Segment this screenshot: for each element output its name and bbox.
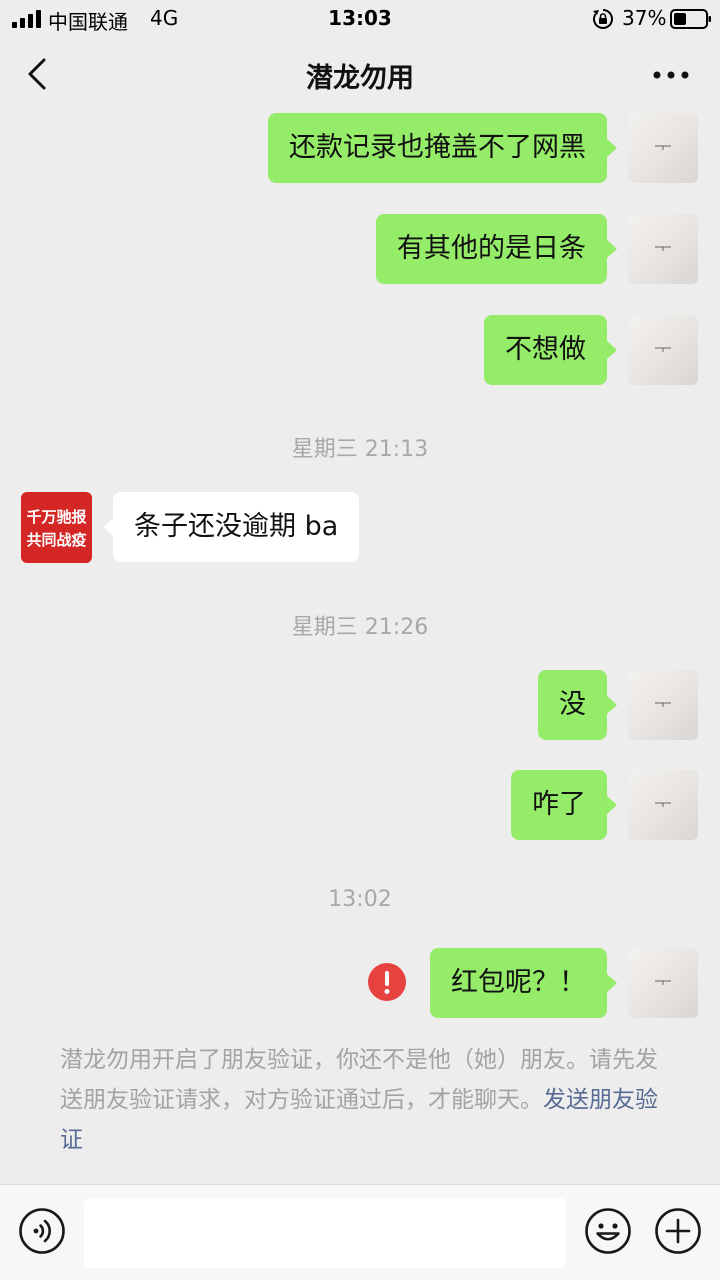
avatar-mark-icon xyxy=(655,246,671,251)
chat-title: 潜龙勿用 xyxy=(306,63,414,94)
chat-screen: 中国联通 4G 13:03 37% 潜龙勿用 还款记录也掩盖不了网黑 有其他的是… xyxy=(0,0,720,1280)
avatar-mark-icon xyxy=(655,702,671,707)
status-bar: 中国联通 4G 13:03 37% xyxy=(0,0,720,40)
battery-percent: 37% xyxy=(622,6,667,30)
chat-header: 潜龙勿用 xyxy=(0,40,720,110)
message-timestamp: 星期三 21:13 xyxy=(291,437,429,462)
voice-icon[interactable] xyxy=(18,1207,66,1255)
message-outgoing: 有其他的是日条 xyxy=(0,214,720,286)
message-bubble[interactable]: 咋了 xyxy=(511,770,617,840)
self-avatar[interactable] xyxy=(628,948,698,1018)
message-timestamp: 13:02 xyxy=(328,887,392,912)
message-outgoing: 没 xyxy=(0,670,720,742)
message-outgoing: 还款记录也掩盖不了网黑 xyxy=(0,113,720,185)
avatar-mark-icon xyxy=(655,980,671,985)
message-outgoing: 咋了 xyxy=(0,770,720,842)
message-timestamp: 星期三 21:26 xyxy=(291,615,429,640)
self-avatar[interactable] xyxy=(628,214,698,284)
rotation-lock-icon xyxy=(593,9,613,29)
friend-verification-notice: 潜龙勿用开启了朋友验证，你还不是他（她）朋友。请先发送朋友验证请求，对方验证通过… xyxy=(60,1040,660,1160)
plus-icon[interactable] xyxy=(654,1207,702,1255)
message-bubble[interactable]: 红包呢？！ xyxy=(430,948,617,1018)
contact-avatar-image: 千万驰报 共同战疫 xyxy=(26,508,86,549)
self-avatar[interactable] xyxy=(628,770,698,840)
message-outgoing: 红包呢？！ xyxy=(0,948,720,1020)
message-input[interactable] xyxy=(84,1198,566,1268)
self-avatar[interactable] xyxy=(628,670,698,740)
message-outgoing: 不想做 xyxy=(0,315,720,387)
avatar-mark-icon xyxy=(655,145,671,150)
message-bubble[interactable]: 有其他的是日条 xyxy=(376,214,617,284)
avatar-text-line2: 共同战疫 xyxy=(26,531,86,549)
message-bubble-incoming[interactable]: 条子还没逾期 ba xyxy=(102,492,360,562)
avatar-text-line1: 千万驰报 xyxy=(26,508,86,526)
self-avatar[interactable] xyxy=(628,315,698,385)
battery-icon xyxy=(670,9,711,29)
input-bar xyxy=(0,1184,720,1280)
emoji-icon[interactable] xyxy=(584,1207,632,1255)
contact-avatar[interactable]: 千万驰报 共同战疫 xyxy=(21,492,92,563)
avatar-mark-icon xyxy=(655,347,671,352)
message-bubble[interactable]: 不想做 xyxy=(484,315,617,385)
ellipsis-icon[interactable] xyxy=(648,60,694,90)
message-bubble[interactable]: 没 xyxy=(538,670,617,740)
message-bubble[interactable]: 还款记录也掩盖不了网黑 xyxy=(268,113,617,183)
self-avatar[interactable] xyxy=(628,113,698,183)
avatar-mark-icon xyxy=(655,802,671,807)
